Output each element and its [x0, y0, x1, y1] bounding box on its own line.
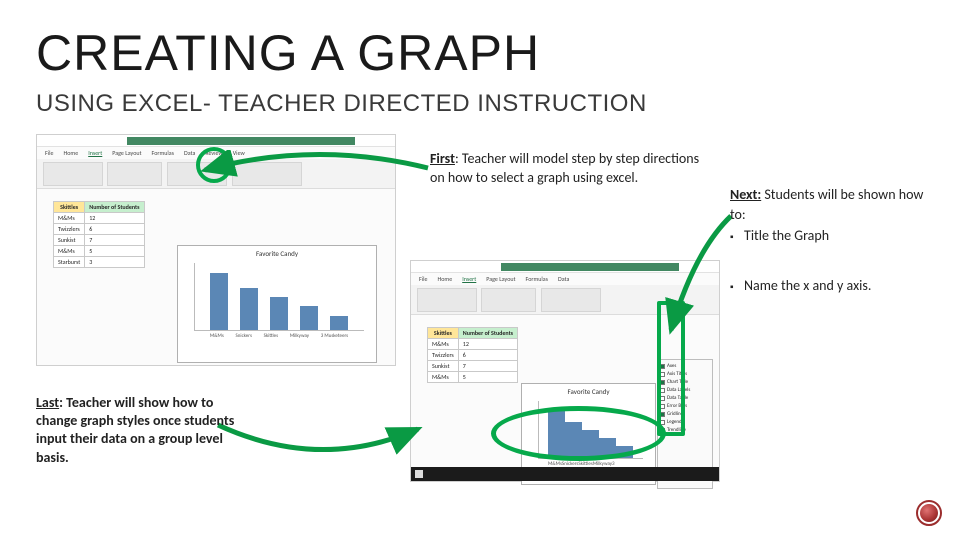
excel-ribbon-tabs: File Home Insert Page Layout Formulas Da… — [411, 273, 719, 285]
slide-title: CREATING A GRAPH — [36, 24, 540, 82]
chart-area-1: Favorite Candy M&MsSnickersSkittlesMilky… — [177, 245, 377, 363]
first-callout: First: Teacher will model step by step d… — [430, 150, 700, 188]
excel-screenshot-1: File Home Insert Page Layout Formulas Da… — [36, 134, 396, 366]
bar — [330, 316, 348, 330]
chart-bars — [194, 263, 364, 331]
excel-titlebar — [37, 135, 395, 147]
tab-insert: Insert — [88, 149, 102, 157]
next-item-2: Name the x and y axis. — [730, 276, 940, 296]
excel-worksheet: SkittlesNumber of Students M&Ms12 Twizzl… — [37, 189, 395, 359]
next-callout: Next: Students will be shown how to: Tit… — [730, 185, 940, 295]
excel-titlebar — [411, 261, 719, 273]
chart-title: Favorite Candy — [522, 384, 655, 397]
annotation-circle-chart — [491, 406, 666, 461]
bar — [210, 273, 228, 330]
arrow-last — [210, 387, 430, 467]
bar — [240, 288, 258, 330]
tab-page-layout: Page Layout — [112, 149, 141, 157]
chart-x-labels: M&MsSnickersSkittlesMilkyway3 Musketeers — [194, 333, 364, 339]
annotation-circle-ribbon — [196, 147, 232, 183]
tab-data: Data — [184, 149, 195, 157]
last-callout: Last: Teacher will show how to change gr… — [36, 394, 236, 467]
next-item-1: Title the Graph — [730, 226, 940, 246]
tab-view: View — [233, 149, 245, 157]
slide-subtitle: USING EXCEL- TEACHER DIRECTED INSTRUCTIO… — [36, 90, 647, 118]
chart-title: Favorite Candy — [178, 246, 376, 259]
tab-formulas: Formulas — [152, 149, 174, 157]
annotation-box-sidepanel — [657, 301, 685, 436]
bar — [270, 297, 288, 330]
data-table: SkittlesNumber of Students M&Ms12 Twizzl… — [427, 327, 518, 383]
slide-badge-icon — [916, 500, 942, 526]
tab-home: Home — [64, 149, 79, 157]
data-table: SkittlesNumber of Students M&Ms12 Twizzl… — [53, 201, 145, 268]
tab-file: File — [45, 149, 54, 157]
excel-screenshot-2: File Home Insert Page Layout Formulas Da… — [410, 260, 720, 482]
windows-start-icon — [415, 470, 423, 478]
windows-taskbar — [411, 467, 719, 481]
bar — [300, 306, 318, 330]
